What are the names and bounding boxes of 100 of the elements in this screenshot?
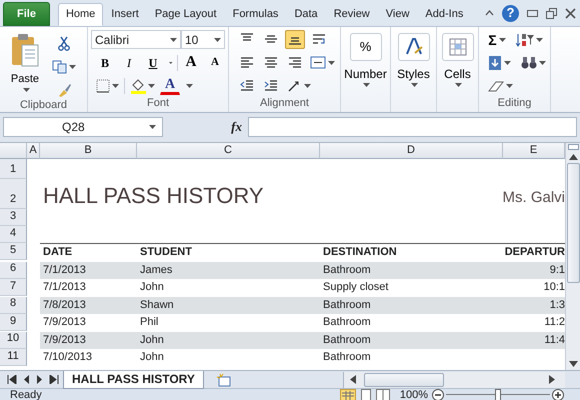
row-header[interactable]: 4: [0, 226, 27, 243]
grow-font-button[interactable]: A: [181, 53, 201, 72]
shrink-font-button[interactable]: A: [205, 53, 225, 72]
ribbon-tab[interactable]: Add-Ins: [417, 3, 472, 26]
zoom-slider-thumb[interactable]: [495, 389, 501, 400]
number-format-button[interactable]: % Number: [342, 30, 389, 97]
scroll-up-icon: [568, 154, 578, 160]
column-header[interactable]: D: [320, 143, 503, 159]
caret-icon: [455, 83, 462, 87]
caret-icon: [536, 38, 543, 42]
caret-icon: [186, 84, 193, 88]
caret-icon: [328, 60, 335, 64]
next-sheet-icon: [36, 375, 43, 384]
zoom-in-icon: [552, 389, 564, 400]
scroll-right-icon: [549, 375, 555, 384]
ribbon-tab[interactable]: File: [3, 2, 50, 26]
zoom-slider[interactable]: [446, 389, 550, 400]
left-align-icon: [239, 55, 255, 70]
insert-function-button[interactable]: fx: [163, 117, 248, 137]
row-header[interactable]: 1: [0, 159, 27, 179]
table-cell-text: Phil: [139, 315, 160, 330]
scroll-down-icon: [568, 361, 578, 367]
ribbon-tab[interactable]: Review: [326, 3, 378, 26]
ribbon-tab[interactable]: Home: [58, 3, 104, 26]
cells-button[interactable]: Cells: [440, 30, 476, 97]
row-header[interactable]: 3: [0, 209, 27, 226]
table-cell: John: [137, 332, 320, 349]
center-align-icon: [263, 55, 279, 70]
row-header[interactable]: 6: [0, 262, 27, 278]
caret-icon: [112, 84, 119, 88]
ribbon-tab[interactable]: Insert: [103, 3, 147, 26]
new-sheet-icon: [216, 372, 232, 386]
formula-input[interactable]: [248, 117, 577, 137]
caret-icon: [149, 125, 156, 129]
font-size-dropdown[interactable]: 10: [181, 30, 225, 49]
table-cell-text: Bathroom: [322, 315, 372, 330]
eraser-icon: [488, 80, 504, 92]
caret-icon: [169, 60, 172, 64]
column-header[interactable]: A: [27, 143, 40, 159]
row-header[interactable]: 9: [0, 314, 27, 331]
row-header[interactable]: 8: [0, 296, 27, 314]
row-header[interactable]: 5: [0, 243, 27, 260]
underline-button[interactable]: U: [143, 53, 163, 72]
column-header[interactable]: E: [503, 143, 565, 159]
caret-icon: [504, 60, 511, 64]
sort-filter-icon: [516, 32, 534, 46]
paste-button[interactable]: Paste: [3, 30, 47, 99]
column-header[interactable]: B: [40, 143, 137, 159]
table-cell-text: John: [139, 280, 165, 295]
last-sheet-icon: [49, 375, 59, 384]
table-cell: 7/8/2013: [40, 296, 137, 314]
autosum-button[interactable]: Σ: [487, 30, 507, 49]
table-cell: James: [137, 262, 320, 279]
caret-icon: [539, 60, 546, 64]
previous-sheet-icon: [23, 375, 30, 384]
table-cell-text: John: [139, 350, 165, 365]
caret-icon: [22, 88, 30, 92]
fill-button[interactable]: [487, 53, 512, 72]
ribbon-tab[interactable]: Data: [286, 3, 326, 26]
font-name-dropdown[interactable]: Calibri: [91, 30, 181, 49]
caret-icon: [411, 83, 418, 87]
caret-icon: [363, 83, 370, 87]
scrollbar-thumb[interactable]: [566, 163, 580, 283]
horizontal-scrollbar[interactable]: [343, 372, 565, 388]
copy-icon: [52, 60, 67, 74]
sheet-tab[interactable]: HALL PASS HISTORY: [63, 370, 204, 388]
group-label: Editing: [496, 97, 532, 111]
horizontal-scroll-thumb[interactable]: [364, 372, 444, 386]
bottom-align-button[interactable]: [285, 30, 305, 49]
table-cell: 11:4: [503, 332, 565, 349]
styles-icon: [404, 37, 424, 57]
cells-icon: [448, 38, 466, 56]
row-header[interactable]: 7: [0, 279, 27, 296]
styles-button[interactable]: Styles: [395, 30, 432, 97]
help-button[interactable]: ?: [502, 4, 519, 22]
name-box[interactable]: Q28: [3, 117, 163, 137]
row-header[interactable]: 2: [0, 179, 27, 209]
ribbon-tab[interactable]: Page Layout: [146, 3, 225, 26]
caret-icon: [148, 84, 155, 88]
bold-button[interactable]: B: [95, 53, 115, 72]
table-cell: 7/9/2013: [40, 332, 137, 349]
collapse-ribbon-icon: [485, 10, 494, 16]
close-icon: [565, 8, 576, 18]
borders-icon: [96, 78, 110, 92]
table-cell-text: Bathroom: [322, 350, 372, 365]
table-cell-text: 11:2: [543, 315, 565, 330]
row-header[interactable]: 11: [0, 349, 27, 366]
table-cell: Bathroom: [320, 296, 503, 314]
scissors-icon: [58, 36, 70, 51]
minimize-icon: [527, 10, 538, 16]
ribbon-tab[interactable]: Formulas: [224, 3, 286, 26]
italic-button[interactable]: I: [119, 53, 139, 72]
table-cell-text: 10:1: [542, 280, 565, 295]
column-header[interactable]: C: [137, 143, 320, 159]
ribbon-tab[interactable]: View: [378, 3, 418, 26]
clipboard-icon: [11, 33, 39, 67]
zoom-level[interactable]: 100%: [400, 389, 428, 400]
table-cell: 9:1: [503, 262, 565, 279]
font-color-button[interactable]: A: [160, 76, 180, 95]
row-header[interactable]: 10: [0, 332, 27, 348]
